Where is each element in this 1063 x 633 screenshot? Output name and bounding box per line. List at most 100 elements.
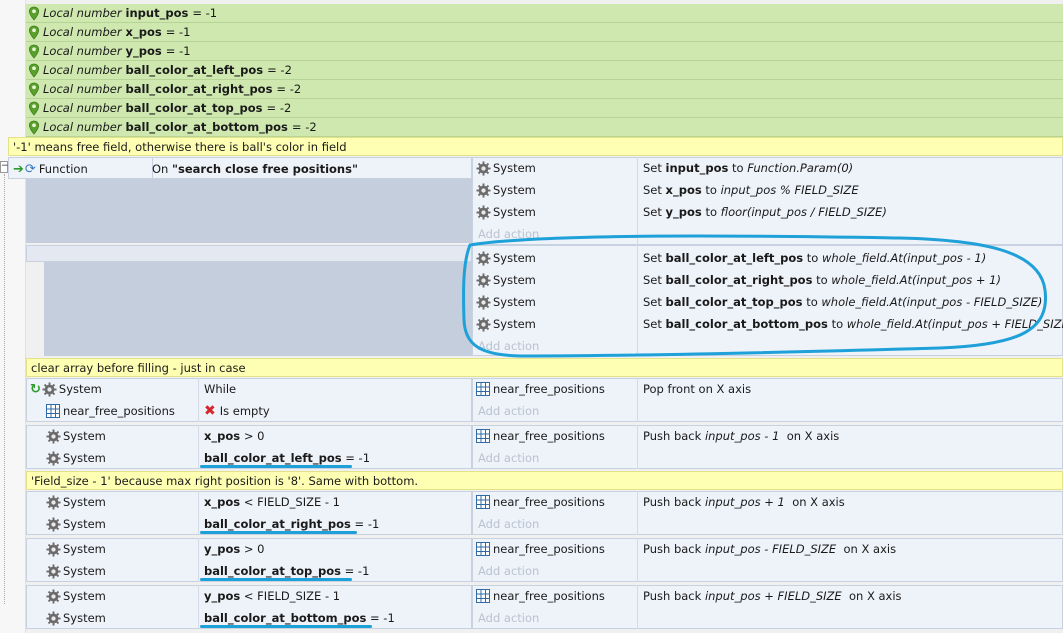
pin-icon (28, 120, 40, 135)
action-post: on X axis (792, 495, 845, 509)
local-var-row[interactable]: Local number ball_color_at_bottom_pos = … (26, 118, 1063, 137)
action-object[interactable]: System (476, 313, 536, 335)
action-text-label: Pop front on X axis (643, 382, 752, 396)
comment-field-size[interactable]: 'Field_size - 1' because max right posit… (26, 471, 1063, 490)
object-name: near_free_positions (493, 429, 605, 443)
condition-text[interactable]: y_pos > 0 (204, 538, 265, 560)
annotation-underline (200, 531, 357, 534)
local-var-row[interactable]: Local number x_pos = -1 (26, 23, 1063, 42)
subevent-condition-empty[interactable] (26, 245, 472, 262)
action-text[interactable]: Set ball_color_at_top_pos to whole_field… (643, 291, 1042, 313)
action-text[interactable]: Push back input_pos + 1 on X axis (643, 491, 845, 513)
action-text[interactable]: Set x_pos to input_pos % FIELD_SIZE (643, 179, 859, 201)
comment-clear-array[interactable]: clear array before filling - just in cas… (26, 358, 1063, 377)
action-text[interactable]: Push back input_pos - FIELD_SIZE on X ax… (643, 538, 896, 560)
condition-var: ball_color_at_bottom_pos (204, 611, 367, 625)
local-var-row[interactable]: Local number input_pos = -1 (26, 4, 1063, 23)
condition-object[interactable]: System (46, 513, 106, 535)
is-empty-condition-object[interactable]: near_free_positions (46, 400, 175, 422)
action-verb: Set (643, 295, 662, 309)
action-to: to (705, 205, 717, 219)
local-var-row[interactable]: Local number ball_color_at_left_pos = -2 (26, 61, 1063, 80)
action-expr: whole_field.At(input_pos - 1) (822, 251, 987, 265)
while-condition-text[interactable]: While (204, 378, 236, 400)
action-object[interactable]: near_free_positions (476, 491, 605, 513)
action-object[interactable]: System (476, 157, 536, 179)
action-text[interactable]: Push back input_pos + FIELD_SIZE on X ax… (643, 585, 902, 607)
function-condition-cell[interactable]: ➔ ⟳ Function On "search close free posit… (8, 157, 472, 180)
condition-object[interactable]: System (46, 447, 106, 469)
condition-rest: = -1 (344, 564, 370, 578)
condition-object[interactable]: System (46, 585, 106, 607)
action-object[interactable]: System (476, 291, 536, 313)
condition-object[interactable]: System (46, 491, 106, 513)
condition-rest: > 0 (243, 542, 265, 556)
action-to: to (816, 273, 828, 287)
action-pre: Push back (643, 589, 702, 603)
is-empty-condition-text[interactable]: ✖ Is empty (204, 400, 270, 422)
condition-text[interactable]: x_pos > 0 (204, 425, 264, 447)
action-text[interactable]: Set input_pos to Function.Param(0) (643, 157, 853, 179)
add-action-link[interactable]: Add action (478, 339, 539, 353)
action-expr: whole_field.At(input_pos + FIELD_SIZE) (846, 317, 1063, 331)
add-action-link[interactable]: Add action (478, 611, 539, 625)
while-condition-object[interactable]: ↻ System (30, 378, 102, 400)
add-action-link[interactable]: Add action (478, 517, 539, 531)
action-object[interactable]: near_free_positions (476, 425, 605, 447)
local-var-name: ball_color_at_top_pos (125, 101, 263, 115)
action-text[interactable]: Set ball_color_at_right_pos to whole_fie… (643, 269, 1001, 291)
action-object[interactable]: System (476, 247, 536, 269)
add-action-link[interactable]: Add action (478, 404, 539, 418)
local-var-label: Local number (43, 44, 122, 58)
local-var-value: = -2 (291, 120, 317, 134)
add-action-link[interactable]: Add action (478, 227, 539, 241)
condition-object[interactable]: System (46, 607, 106, 629)
action-var: ball_color_at_left_pos (665, 251, 804, 265)
action-object[interactable]: System (476, 269, 536, 291)
object-name: System (63, 589, 106, 603)
condition-object[interactable]: System (46, 560, 106, 582)
action-object[interactable]: near_free_positions (476, 538, 605, 560)
action-text[interactable]: Push back input_pos - 1 on X axis (643, 425, 839, 447)
action-text[interactable]: Set ball_color_at_left_pos to whole_fiel… (643, 247, 986, 269)
function-name[interactable]: On "search close free positions" (152, 158, 358, 180)
condition-text[interactable]: y_pos < FIELD_SIZE - 1 (204, 585, 340, 607)
annotation-underline (200, 465, 352, 468)
local-var-label: Local number (43, 101, 122, 115)
collapse-icon[interactable]: − (0, 161, 9, 173)
action-text[interactable]: Set ball_color_at_bottom_pos to whole_fi… (643, 313, 1063, 335)
object-name: System (493, 317, 536, 331)
add-action-link[interactable]: Add action (478, 451, 539, 465)
condition-text[interactable]: x_pos < FIELD_SIZE - 1 (204, 491, 340, 513)
refresh-icon: ⟳ (24, 161, 36, 177)
local-var-name: ball_color_at_right_pos (125, 82, 273, 96)
local-var-name: input_pos (125, 6, 189, 20)
local-var-row[interactable]: Local number y_pos = -1 (26, 42, 1063, 61)
local-var-row[interactable]: Local number ball_color_at_top_pos = -2 (26, 99, 1063, 118)
array-icon (476, 382, 490, 396)
action-expr: input_pos % FIELD_SIZE (720, 183, 859, 197)
action-object[interactable]: System (476, 201, 536, 223)
function-trigger[interactable]: ➔ ⟳ Function (13, 158, 153, 180)
local-var-value: = -2 (266, 101, 292, 115)
action-to: to (806, 295, 818, 309)
condition-object[interactable]: System (46, 425, 106, 447)
subevent-area-nested (44, 262, 472, 356)
pin-icon (28, 25, 40, 40)
object-name: System (58, 382, 102, 396)
action-object[interactable]: System (476, 179, 536, 201)
add-action-link[interactable]: Add action (478, 564, 539, 578)
action-expr: input_pos - 1 (704, 429, 780, 443)
array-icon (46, 404, 60, 418)
action-verb: Set (643, 251, 662, 265)
object-name: near_free_positions (493, 382, 605, 396)
action-object[interactable]: near_free_positions (476, 378, 605, 400)
local-var-row[interactable]: Local number ball_color_at_right_pos = -… (26, 80, 1063, 99)
object-name: System (63, 451, 106, 465)
action-object[interactable]: near_free_positions (476, 585, 605, 607)
comment-free-field[interactable]: '-1' means free field, otherwise there i… (8, 137, 1063, 156)
action-text[interactable]: Pop front on X axis (643, 378, 751, 400)
condition-object[interactable]: System (46, 538, 106, 560)
gear-icon (476, 273, 491, 288)
action-text[interactable]: Set y_pos to floor(input_pos / FIELD_SIZ… (643, 201, 887, 223)
